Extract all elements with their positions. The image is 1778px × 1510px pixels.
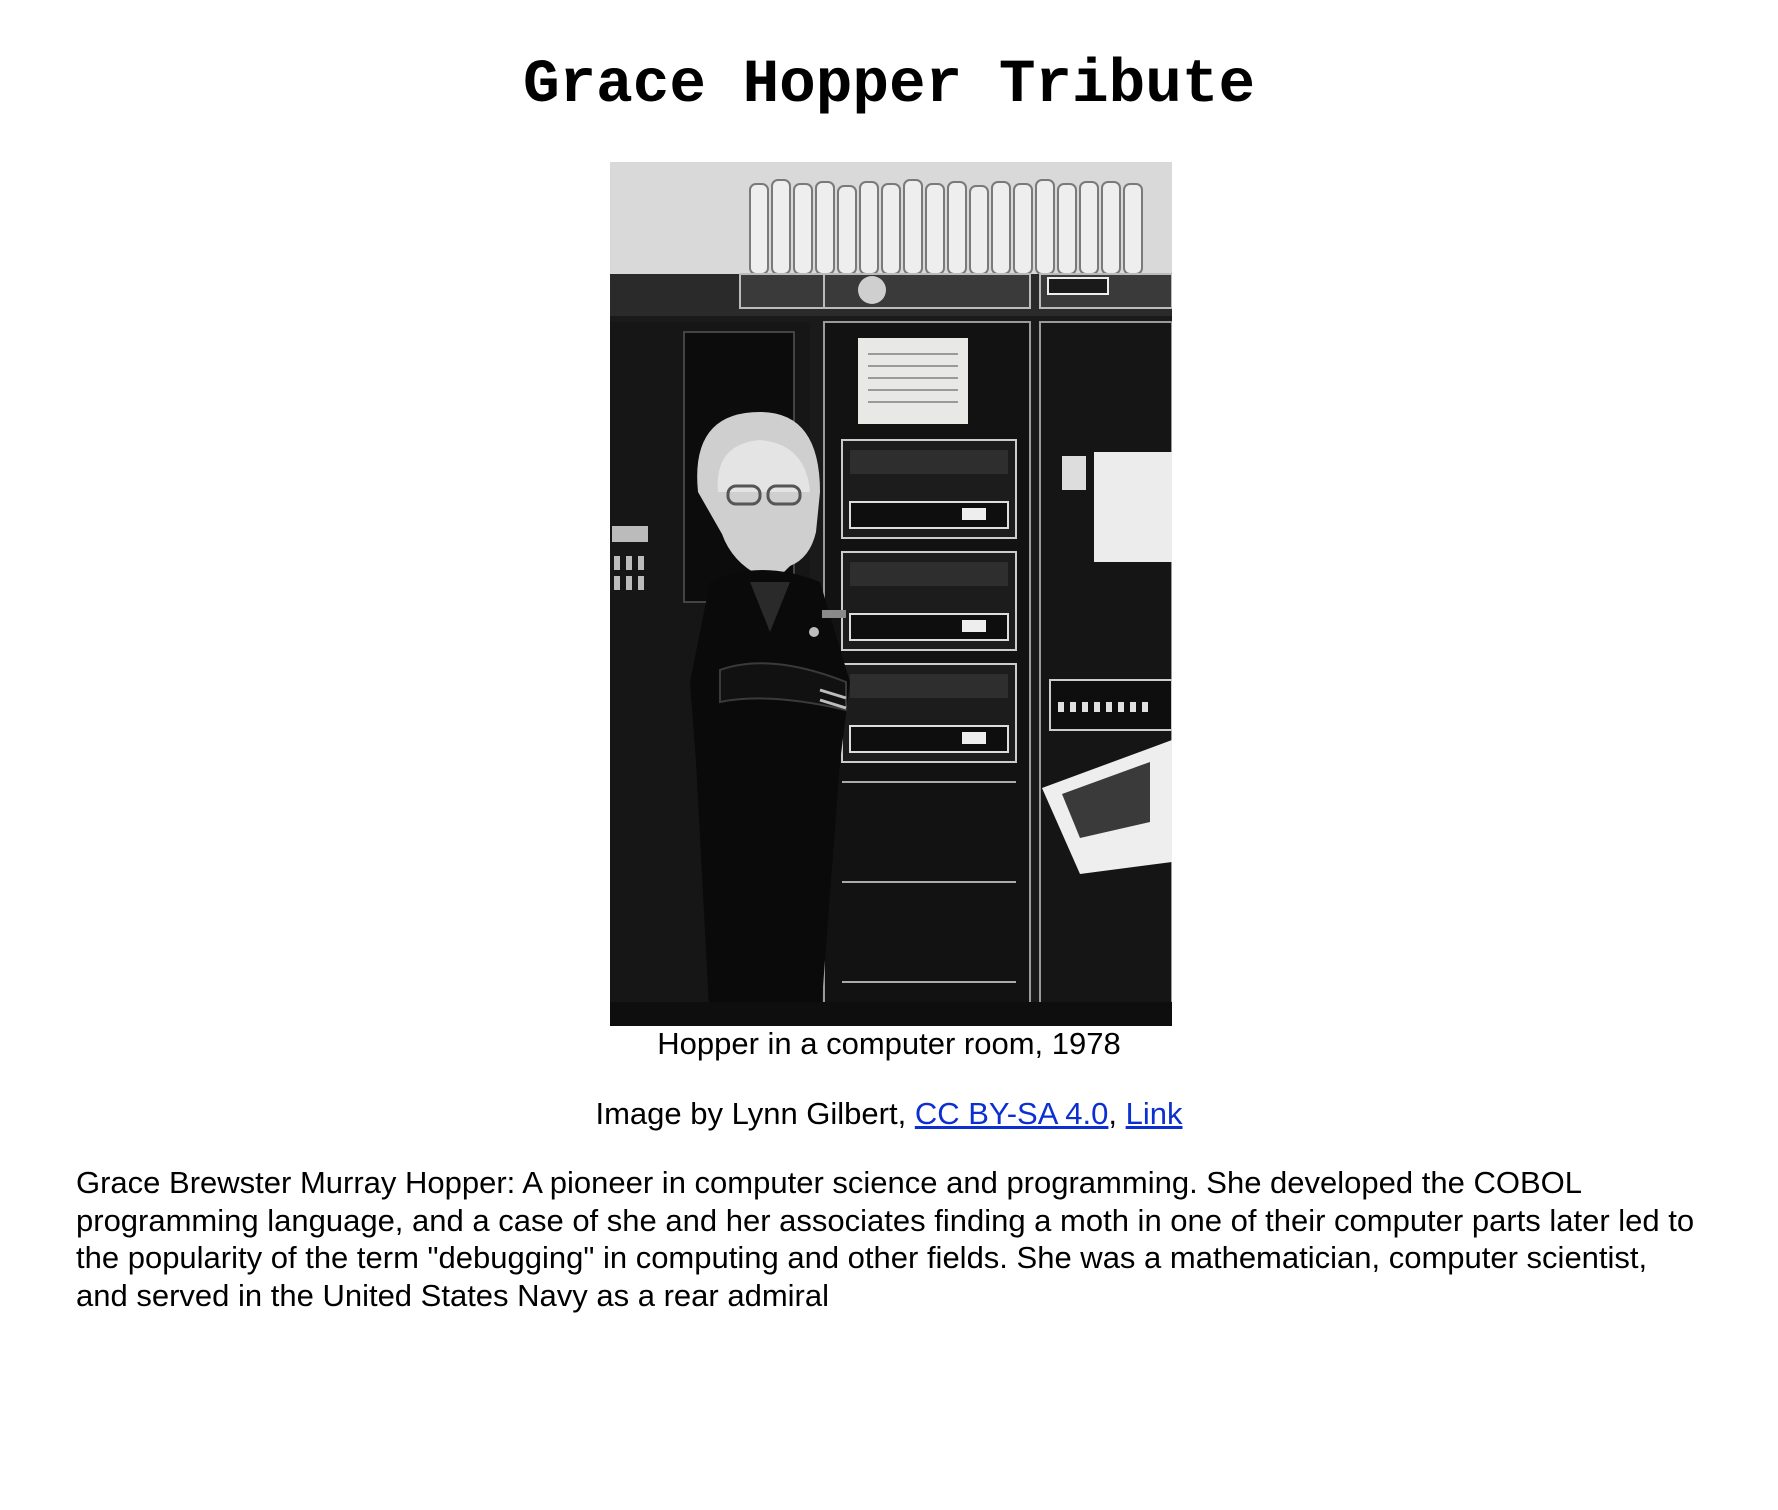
- source-link[interactable]: Link: [1126, 1096, 1183, 1131]
- hopper-photo: [610, 162, 1172, 1026]
- image-credit: Image by Lynn Gilbert, CC BY-SA 4.0, Lin…: [0, 1094, 1778, 1134]
- photo-caption: Hopper in a computer room, 1978: [657, 1026, 1121, 1061]
- credit-prefix: Image by Lynn Gilbert,: [595, 1096, 915, 1131]
- credit-separator: ,: [1108, 1096, 1126, 1131]
- photo-illustration: [610, 162, 1172, 1026]
- page-title: Grace Hopper Tribute: [522, 51, 1256, 120]
- license-link[interactable]: CC BY-SA 4.0: [915, 1096, 1109, 1131]
- biography-paragraph: Grace Brewster Murray Hopper: A pioneer …: [76, 1165, 1695, 1313]
